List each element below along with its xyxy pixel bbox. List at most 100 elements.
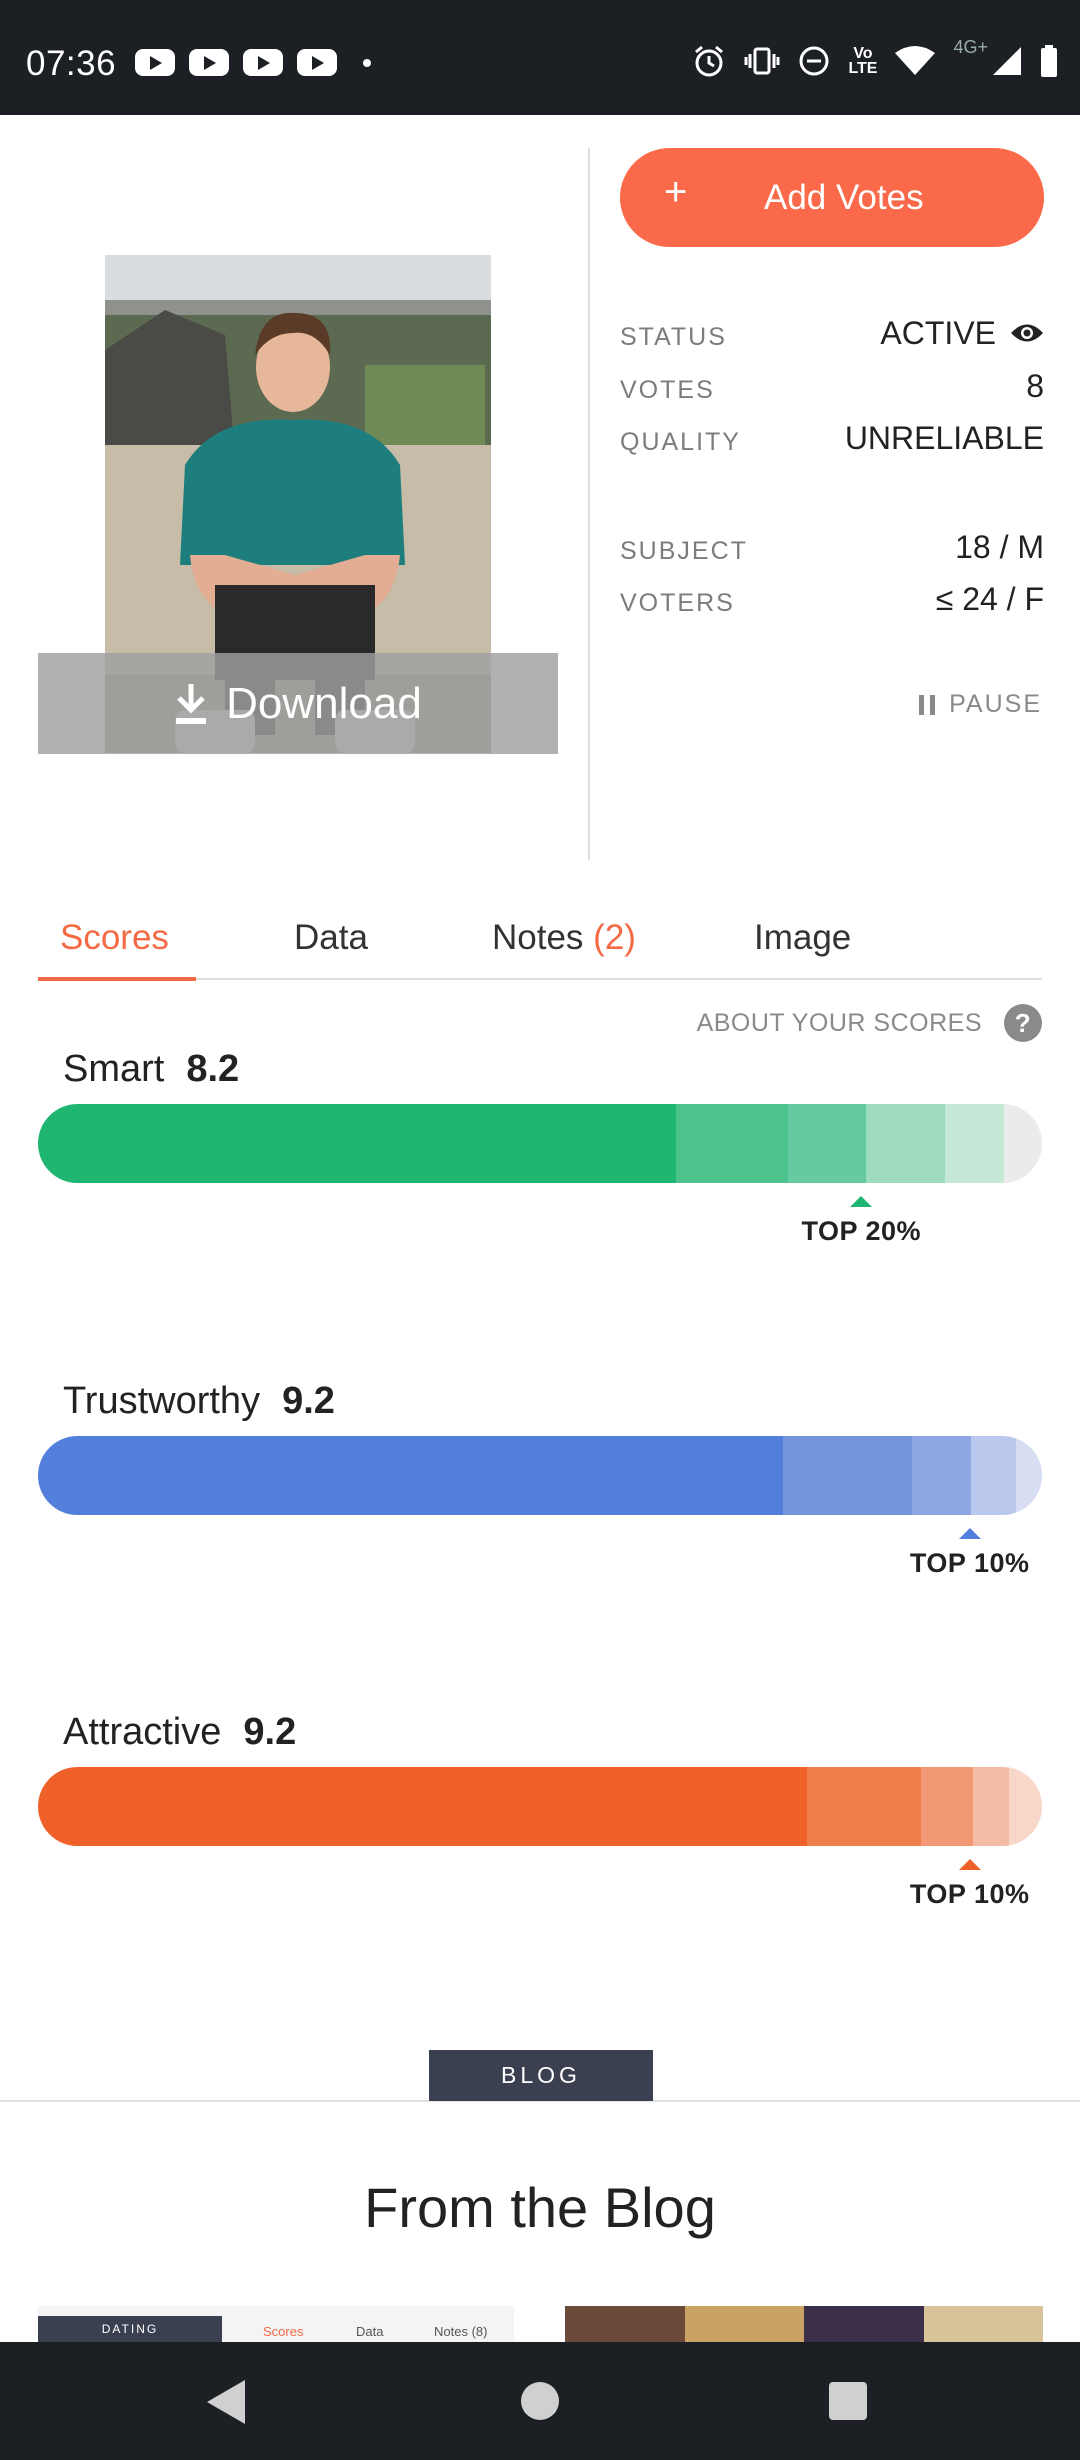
plus-icon: + [664,170,688,214]
tab-scores[interactable]: Scores [60,918,169,958]
percentile-marker [850,1196,873,1207]
dot-icon [363,58,371,67]
subject-value: 18 / M [955,529,1044,565]
tab-bar: Scores Data Notes (2) Image [38,918,1042,981]
score-value: 8.2 [186,1048,240,1090]
eye-icon[interactable] [1010,322,1044,344]
system-icons: Vo LTE 4G+ [692,37,1058,78]
subject-row: SUBJECT 18 / M [620,526,1044,566]
bar-segment [782,1436,913,1515]
notes-count-badge: (2) [593,918,636,957]
thumb-tag: DATING [38,2316,222,2342]
blog-tag: BLOG [429,2050,653,2101]
voters-value: ≤ 24 / F [935,581,1044,617]
vibrate-icon [744,47,780,75]
alarm-icon [695,45,724,77]
status-row: STATUS ACTIVE [620,312,1044,352]
active-tab-indicator [38,977,196,981]
bar-segment [1008,1767,1042,1846]
youtube-icon [189,49,229,76]
about-scores-label: ABOUT YOUR SCORES [696,1008,982,1037]
votes-row: VOTES 8 [620,365,1044,405]
score-label: Attractive [63,1711,222,1753]
youtube-icon [135,49,175,76]
add-votes-label: Add Votes [764,178,924,217]
wifi-icon [895,46,936,75]
quality-key: QUALITY [620,428,741,456]
votes-key: VOTES [620,376,715,404]
bar-segment [38,1104,676,1183]
vertical-divider [588,148,590,860]
add-votes-button[interactable]: + Add Votes [620,148,1044,247]
percentile-label: TOP 10% [909,1879,1030,1909]
thumb-face [923,2306,1043,2342]
score-value: 9.2 [282,1380,335,1422]
clock: 07:36 [26,44,117,83]
score-title: Smart 8.2 [63,1048,239,1091]
percentile-label: TOP 20% [801,1216,922,1246]
bar-segment [912,1436,971,1515]
tab-image[interactable]: Image [754,918,851,958]
bar-segment [1015,1436,1042,1515]
pause-icon [919,694,936,715]
thumb-tab: Notes (8) [434,2324,488,2339]
bar-segment [38,1436,783,1515]
status-key: STATUS [620,323,727,351]
quality-row: QUALITY UNRELIABLE [620,417,1044,457]
votes-value: 8 [1026,368,1044,404]
blog-card-thumbnail[interactable] [565,2306,1043,2342]
bar-segment [38,1767,808,1846]
bar-segment [787,1104,867,1183]
score-bar [38,1104,1042,1183]
blog-card-thumbnail[interactable]: DATING Scores Data Notes (8) [38,2306,514,2342]
thumb-tab: Data [356,2324,384,2339]
status-bar: 07:36 Vo LTE 4G+ [0,0,1080,115]
about-scores-link[interactable]: ABOUT YOUR SCORES ? [697,1004,1042,1042]
quality-value: UNRELIABLE [844,420,1044,456]
thumb-face [565,2306,685,2342]
blog-heading: From the Blog [364,2176,716,2239]
bar-segment [944,1104,1004,1183]
percentile-label: TOP 10% [909,1548,1030,1578]
percentile-marker [958,1528,981,1539]
thumb-face [804,2306,924,2342]
score-bar [38,1436,1042,1515]
notification-icons [135,49,371,76]
volte-label: Vo [853,45,873,62]
download-label: Download [226,678,422,728]
signal-icon [993,47,1021,75]
download-button[interactable]: Download [38,653,558,754]
score-title: Attractive 9.2 [63,1711,296,1754]
pause-label: PAUSE [949,690,1042,718]
voters-row: VOTERS ≤ 24 / F [620,578,1044,618]
home-icon[interactable] [521,2382,559,2420]
volte-icon: Vo LTE [848,45,878,77]
thumb-tab: Scores [263,2324,304,2339]
status-value-wrap: ACTIVE [880,315,1044,352]
score-title: Trustworthy 9.2 [63,1380,335,1423]
pause-button[interactable]: PAUSE [919,690,1042,719]
score-label: Trustworthy [63,1380,261,1422]
bar-segment [972,1767,1009,1846]
voters-key: VOTERS [620,589,735,617]
bar-segment [866,1104,945,1183]
network-type: 4G+ [953,36,988,57]
percentile-marker [958,1859,981,1870]
status-value: ACTIVE [880,315,996,351]
tab-notes[interactable]: Notes (2) [492,918,636,958]
youtube-icon [297,49,337,76]
score-label: Smart [63,1048,165,1090]
youtube-icon [243,49,283,76]
subject-key: SUBJECT [620,537,748,565]
recents-icon[interactable] [829,2382,867,2420]
bar-segment [675,1104,788,1183]
dnd-icon [799,46,829,76]
download-icon [176,683,207,724]
bar-segment [807,1767,921,1846]
tab-data[interactable]: Data [294,918,368,958]
lte-label: LTE [848,60,878,77]
thumb-face [684,2306,804,2342]
battery-icon [1041,45,1057,77]
bar-segment [920,1767,973,1846]
back-icon[interactable] [207,2380,245,2424]
